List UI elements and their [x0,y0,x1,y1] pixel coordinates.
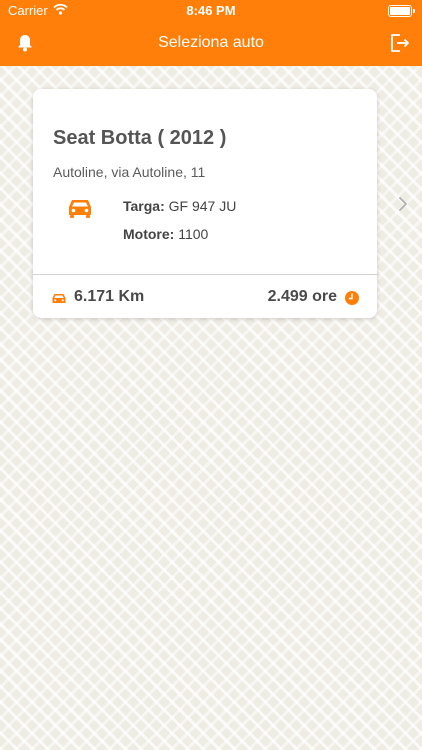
engine-label: Motore: [123,226,175,242]
logout-icon[interactable] [388,32,410,54]
plate-label: Targa: [123,198,165,214]
car-title: Seat Botta ( 2012 ) [53,127,227,149]
card-divider [33,274,377,275]
clock-time: 8:46 PM [186,3,236,18]
chevron-right-icon[interactable] [398,196,408,212]
status-bar: Carrier 8:46 PM [0,0,422,22]
plate-row: Targa: GF 947 JU [123,198,236,214]
car-card[interactable]: Seat Botta ( 2012 ) Autoline, via Autoli… [33,89,377,318]
top-bar: Carrier 8:46 PM Seleziona auto [0,0,422,66]
engine-row: Motore: 1100 [123,226,208,242]
battery-icon [388,5,415,17]
plate-value: GF 947 JU [168,198,237,214]
car-small-icon [51,292,67,305]
page-title: Seleziona auto [158,34,264,51]
km-value: 6.171 Km [74,288,145,305]
car-address: Autoline, via Autoline, 11 [53,164,206,180]
clock-icon [345,291,359,305]
engine-value: 1100 [178,226,209,242]
car-icon [66,196,94,220]
hours-value: 2.499 ore [267,288,337,305]
